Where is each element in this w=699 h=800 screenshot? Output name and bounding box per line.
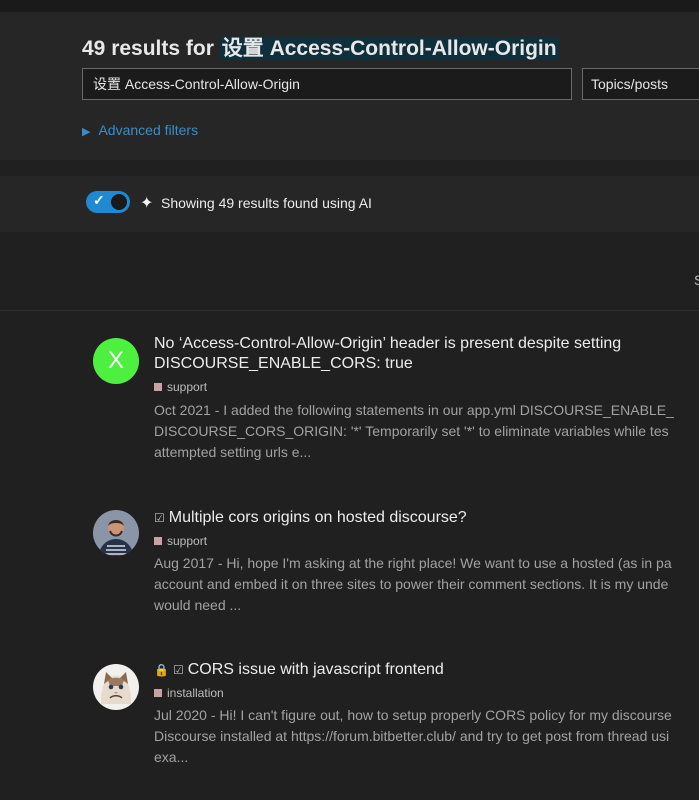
expand-triangle-icon: ▶ <box>82 126 91 138</box>
solved-checkbox-icon: ☑ <box>172 663 184 677</box>
result-blurb-line: exa... <box>154 749 189 765</box>
category-color-icon <box>154 689 162 697</box>
results-count-text: 49 results for <box>82 37 220 60</box>
result-title-link[interactable]: No ‘Access-Control-Allow-Origin’ header … <box>154 334 699 374</box>
category-badge[interactable]: support <box>154 534 207 548</box>
result-title-text: CORS issue with javascript frontend <box>187 661 444 678</box>
results-title: 49 results for 设置 Access-Control-Allow-O… <box>82 32 559 62</box>
category-badge[interactable]: installation <box>154 686 224 700</box>
user-photo-icon <box>93 510 139 556</box>
result-blurb-line: account and embed it on three sites to p… <box>154 576 669 592</box>
category-color-icon <box>154 383 162 391</box>
category-badge[interactable]: support <box>154 380 207 394</box>
sparkle-icon: ✦ <box>140 195 154 212</box>
avatar[interactable]: X <box>93 338 139 384</box>
query-highlight: 设置 Access-Control-Allow-Origin <box>219 37 559 60</box>
advanced-filters-toggle[interactable]: ▶ Advanced filters <box>82 122 198 138</box>
advanced-filters-label: Advanced filters <box>98 122 199 138</box>
sort-bar <box>0 232 699 311</box>
category-color-icon <box>154 537 162 545</box>
top-bar <box>0 0 699 12</box>
category-label: support <box>167 534 208 548</box>
grumpy-cat-icon <box>93 664 139 710</box>
lock-icon: 🔒 <box>154 663 169 677</box>
check-icon: ✓ <box>93 192 105 208</box>
toggle-knob <box>111 194 127 210</box>
result-blurb-line: Jul 2020 - Hi! I can't figure out, how t… <box>154 707 672 723</box>
result-blurb-line: DISCOURSE_CORS_ORIGIN: '*' Temporarily s… <box>154 423 669 439</box>
search-type-select[interactable]: Topics/posts <box>582 68 699 100</box>
result-blurb-line: Aug 2017 - Hi, hope I'm asking at the ri… <box>154 555 672 571</box>
result-blurb-line: Discourse installed at https://forum.bit… <box>154 728 670 744</box>
result-blurb-line: attempted setting urls e... <box>154 444 312 460</box>
solved-checkbox-icon: ☑ <box>154 511 165 525</box>
search-input[interactable] <box>82 68 572 100</box>
avatar[interactable] <box>93 664 139 710</box>
result-blurb-line: Oct 2021 - I added the following stateme… <box>154 402 674 418</box>
category-label: support <box>167 380 208 394</box>
result-title-text: Multiple cors origins on hosted discours… <box>168 509 467 526</box>
result-blurb-line: would need ... <box>154 597 242 613</box>
avatar[interactable] <box>93 510 139 556</box>
ai-results-label: Showing 49 results found using AI <box>161 195 372 211</box>
category-label: installation <box>167 686 224 700</box>
sort-control[interactable]: S <box>694 272 699 288</box>
result-title-link[interactable]: 🔒 ☑ CORS issue with javascript frontend <box>154 660 699 680</box>
ai-results-toggle[interactable]: ✓ <box>86 191 130 213</box>
result-title-link[interactable]: ☑ Multiple cors origins on hosted discour… <box>154 508 699 528</box>
